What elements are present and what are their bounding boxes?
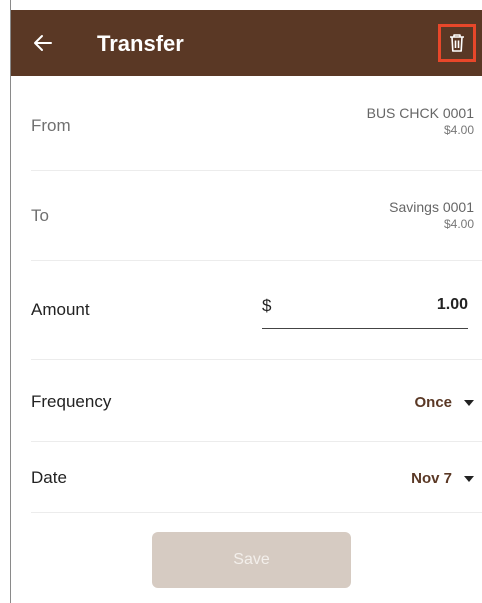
frequency-select[interactable]: Once xyxy=(414,394,474,411)
transfer-screen: Transfer From BUS CHCK 0001 $4.00 To Sav… xyxy=(11,0,482,603)
divider xyxy=(31,260,482,261)
amount-label: Amount xyxy=(31,300,90,319)
date-select[interactable]: Nov 7 xyxy=(411,470,474,487)
amount-input[interactable]: $ 1.00 xyxy=(262,294,468,329)
to-account-balance: $4.00 xyxy=(443,217,474,231)
to-account: Savings 0001 $4.00 xyxy=(389,198,474,232)
caret-down-icon xyxy=(464,399,474,406)
to-row[interactable]: To Savings 0001 $4.00 xyxy=(31,190,482,250)
divider xyxy=(31,170,482,171)
from-account-balance: $4.00 xyxy=(443,123,474,137)
divider xyxy=(31,512,482,513)
back-button[interactable] xyxy=(25,25,61,61)
amount-value: 1.00 xyxy=(436,296,468,313)
divider xyxy=(31,359,482,360)
date-value: Nov 7 xyxy=(411,470,452,487)
caret-down-icon xyxy=(464,475,474,482)
to-account-name: Savings 0001 xyxy=(389,199,474,215)
save-button[interactable]: Save xyxy=(152,532,351,588)
frequency-label: Frequency xyxy=(31,392,112,411)
divider xyxy=(31,441,482,442)
date-label: Date xyxy=(31,468,67,487)
date-row: Date Nov 7 xyxy=(31,466,482,492)
from-account-name: BUS CHCK 0001 xyxy=(366,105,474,121)
from-row[interactable]: From BUS CHCK 0001 $4.00 xyxy=(31,100,482,160)
amount-row: Amount $ 1.00 xyxy=(31,294,482,334)
from-label: From xyxy=(31,116,71,135)
delete-button[interactable] xyxy=(438,24,476,62)
frequency-value: Once xyxy=(414,394,452,411)
page-title: Transfer xyxy=(97,31,184,56)
app-bar: Transfer xyxy=(11,10,482,76)
trash-icon xyxy=(450,34,464,52)
arrow-left-icon xyxy=(34,35,52,51)
frequency-row: Frequency Once xyxy=(31,390,482,416)
to-label: To xyxy=(31,206,49,225)
currency-symbol: $ xyxy=(262,296,272,315)
from-account: BUS CHCK 0001 $4.00 xyxy=(367,104,474,138)
